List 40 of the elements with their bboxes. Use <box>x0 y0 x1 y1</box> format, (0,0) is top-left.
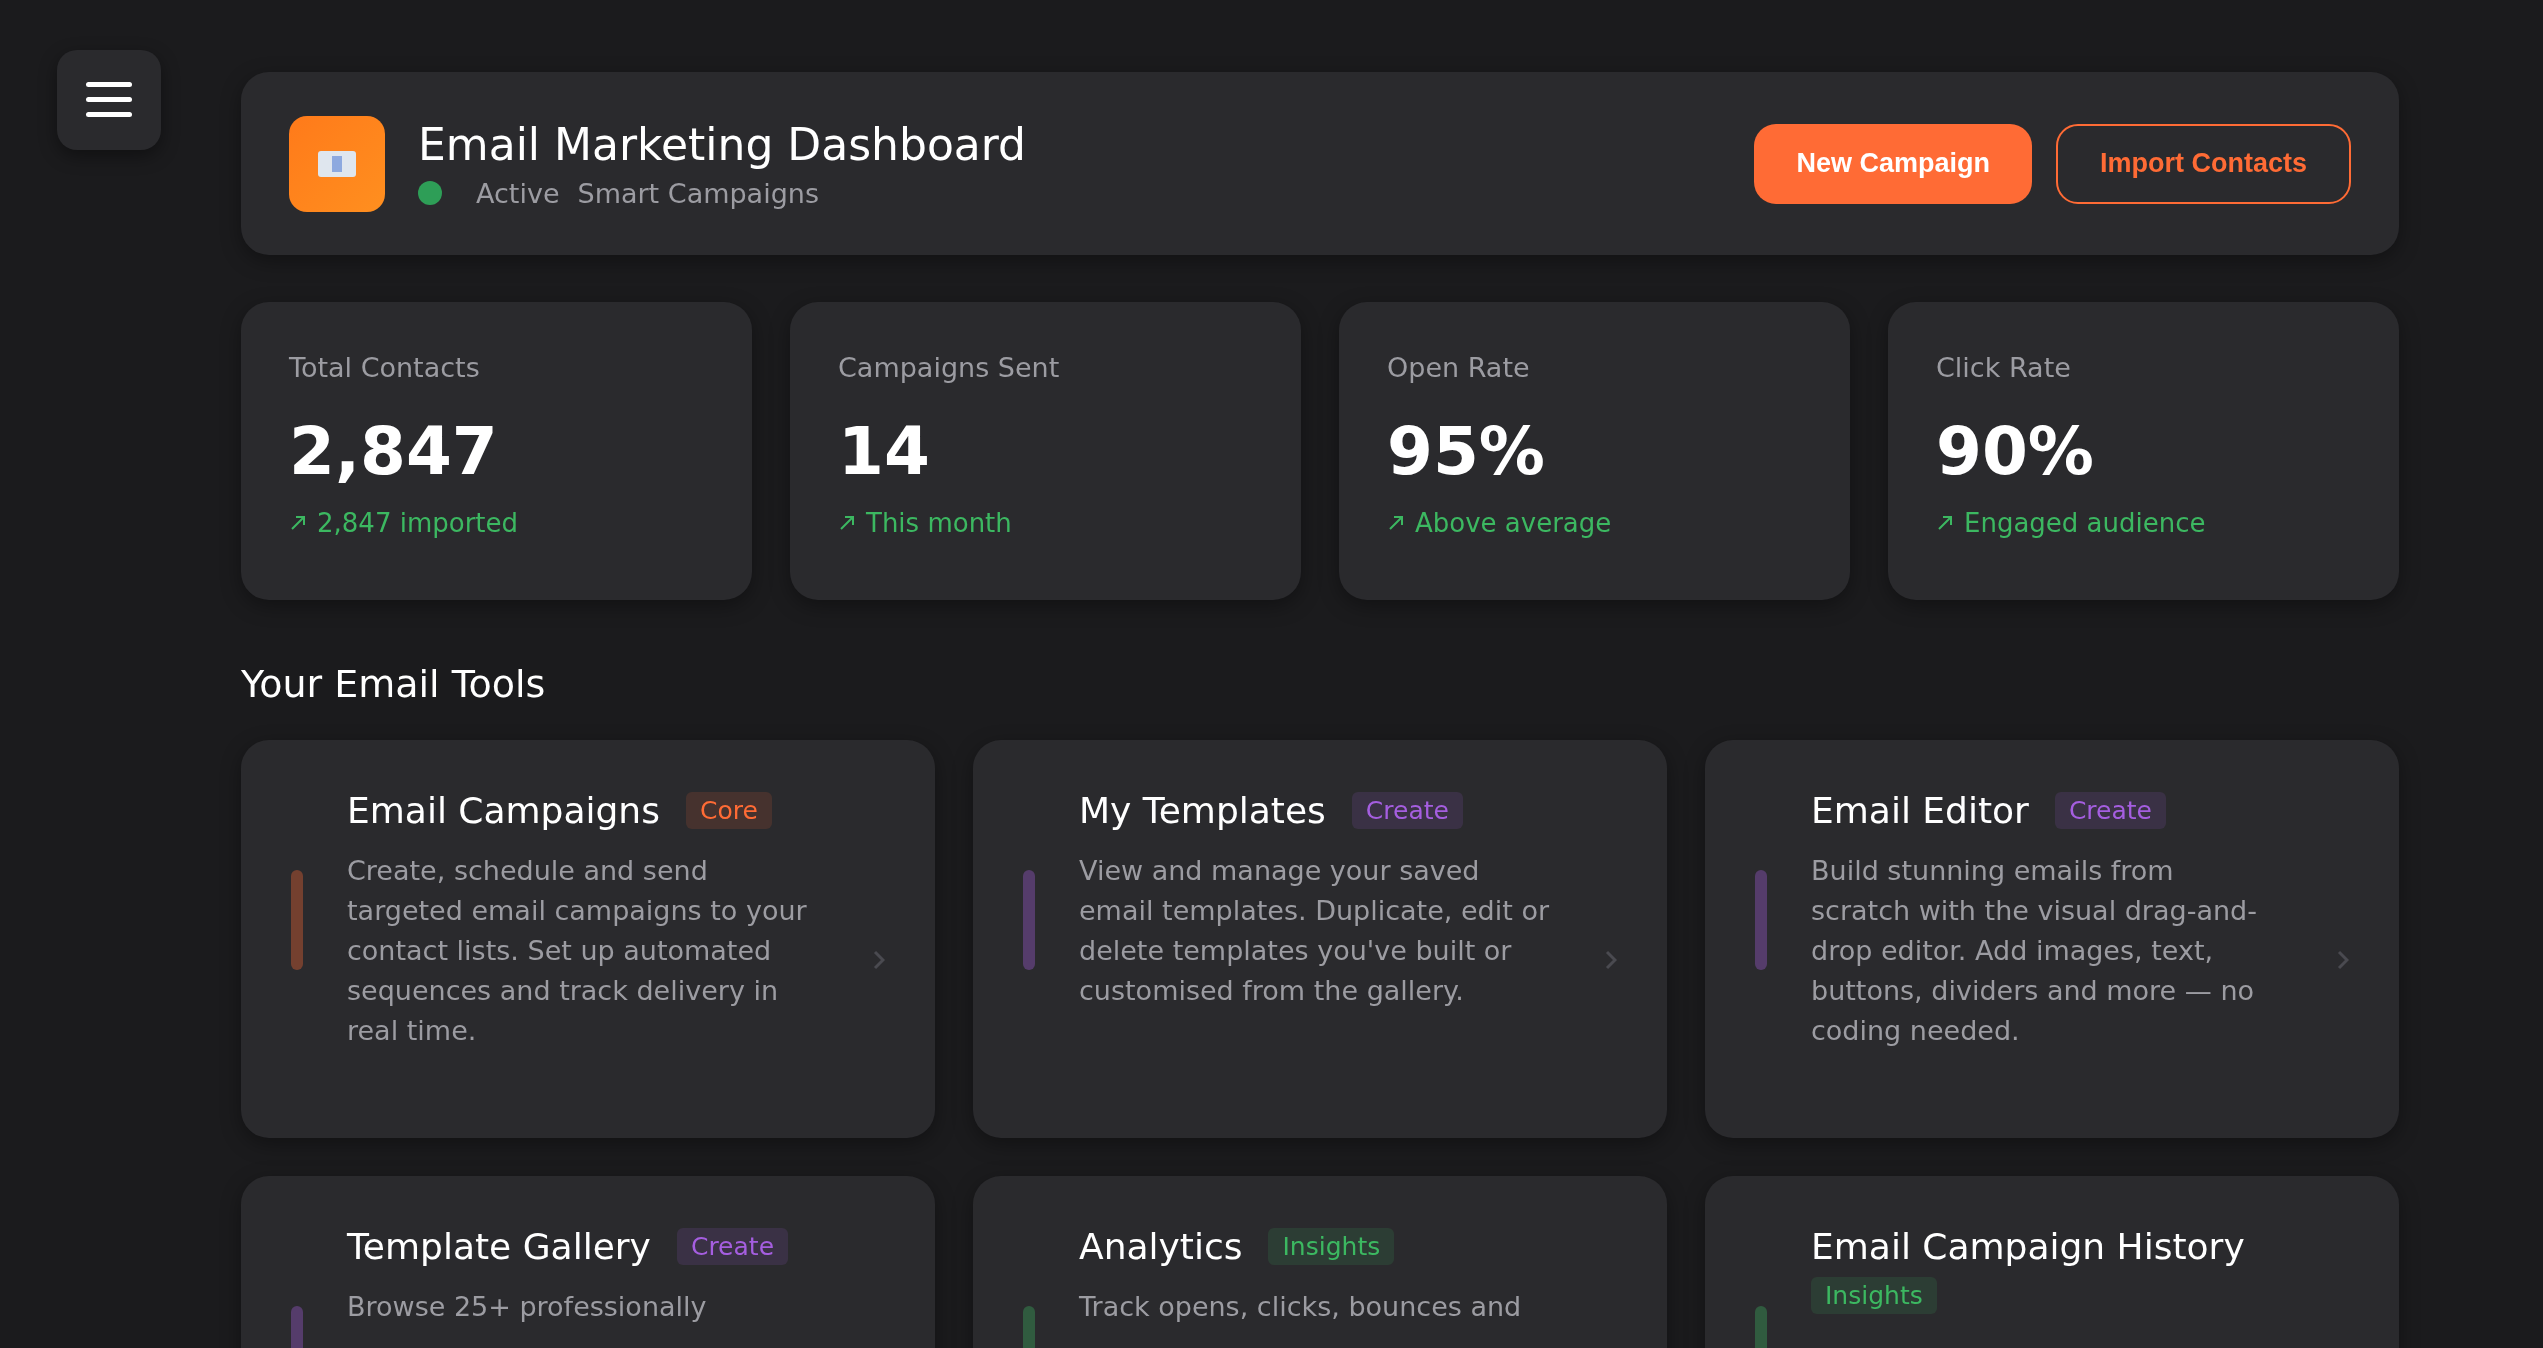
stat-value: 95% <box>1387 413 1546 490</box>
stat-value: 90% <box>1936 413 2095 490</box>
stat-value: 14 <box>838 413 931 490</box>
stat-trend: 2,847 imported <box>317 508 519 538</box>
stat-trend: This month <box>866 508 1012 538</box>
stat-label: Open Rate <box>1387 352 1531 383</box>
tool-tag: Create <box>676 1228 788 1265</box>
stat-value: 2,847 <box>289 413 499 490</box>
stat-label: Campaigns Sent <box>838 352 1061 383</box>
stat-label: Total Contacts <box>289 352 481 383</box>
tool-description: View and manage your saved email templates. Duplicate, edit or delete templates you've built or customised from the gallery. <box>1079 854 1549 1008</box>
tool-title: Template Gallery <box>347 1226 651 1267</box>
tool-title: Email Campaigns <box>347 790 660 831</box>
tool-description: Browse 25+ professionally <box>347 1290 708 1324</box>
tool-card[interactable]: Email Editor Create Build stunning emails from scratch with the visual drag-and-drop editor. Add images, text, buttons, dividers and more — no coding needed. <box>1705 740 2399 1138</box>
tool-title: Email Editor <box>1811 790 2029 831</box>
tool-card[interactable]: Analytics Insights Track opens, clicks, bounces and <box>973 1176 1667 1348</box>
tool-tag: Insights <box>1811 1277 1937 1314</box>
tool-title: My Templates <box>1079 790 1326 831</box>
section-title: Your Email Tools <box>241 662 547 706</box>
tool-tag: Insights <box>1268 1228 1395 1265</box>
tool-title: Analytics <box>1079 1226 1243 1267</box>
tool-card[interactable]: Email Campaign History Insights <box>1705 1176 2399 1348</box>
dashboard-title: Email Marketing Dashboard <box>418 118 1028 170</box>
tool-card[interactable]: My Templates Create View and manage your saved email templates. Duplicate, edit or delete templates you've built or customised from the gallery. <box>973 740 1667 1138</box>
tool-description: Build stunning emails from scratch with the visual drag-and-drop editor. Add images, text, buttons, dividers and more — no coding needed. <box>1811 854 2258 1048</box>
tool-tag: Create <box>1351 792 1463 829</box>
header-button[interactable]: Import Contacts <box>2056 123 2351 204</box>
tool-tag: Create <box>2054 792 2166 829</box>
tool-card[interactable]: Template Gallery Create Browse 25+ professionally <box>241 1176 935 1348</box>
tool-card[interactable]: Email Campaigns Core Create, schedule and send targeted email campaigns to your contact lists. Set up automated sequences and track delivery in real time. <box>241 740 935 1138</box>
tool-title: Email Campaign History <box>1811 1226 2245 1267</box>
subtitle: Smart Campaigns <box>577 177 819 209</box>
tool-description: Track opens, clicks, bounces and <box>1079 1290 1523 1324</box>
stat-trend: Engaged audience <box>1964 508 2206 538</box>
status-text: Active <box>476 177 560 209</box>
stat-label: Click Rate <box>1936 352 2072 383</box>
stat-trend: Above average <box>1415 508 1612 538</box>
tool-description: Create, schedule and send targeted email campaigns to your contact lists. Set up automated sequences and track delivery in real time. <box>347 854 808 1048</box>
tool-tag: Core <box>685 792 772 829</box>
